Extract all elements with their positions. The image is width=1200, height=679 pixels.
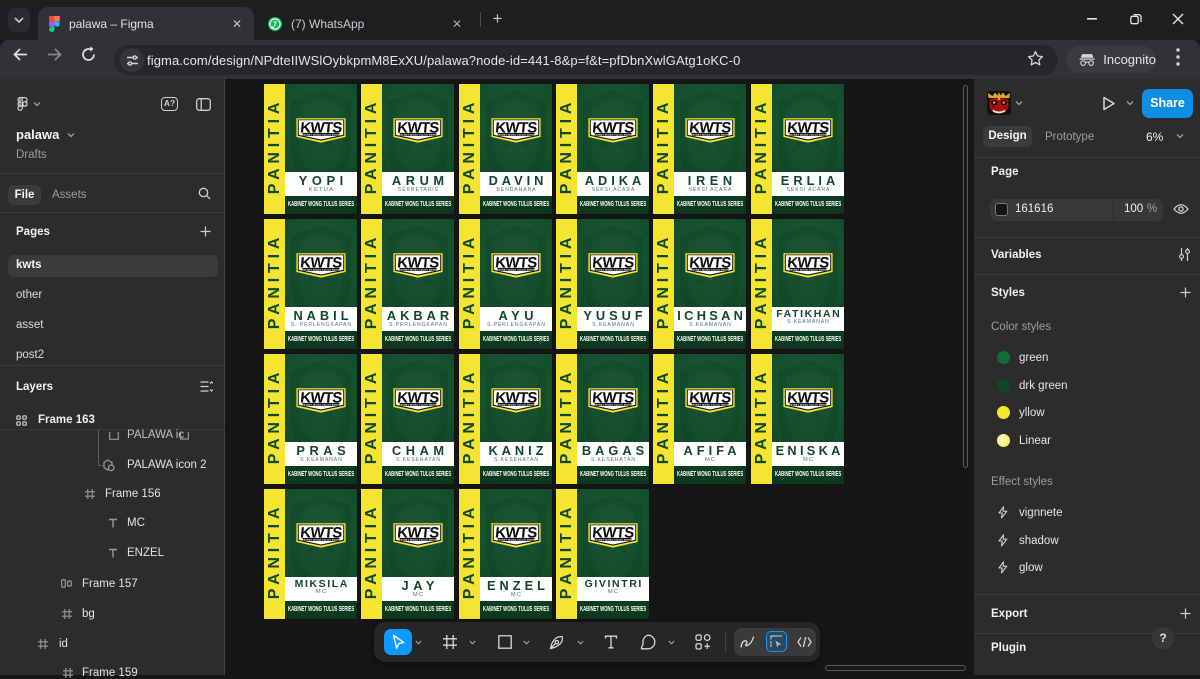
svg-text:KABINET WONG TULUS SERIES: KABINET WONG TULUS SERIES [592, 268, 634, 271]
svg-text:KABINET WONG TULUS SERIES: KABINET WONG TULUS SERIES [300, 538, 342, 541]
svg-text:KABINET WONG TULUS SERIES: KABINET WONG TULUS SERIES [689, 268, 731, 271]
svg-text:KABINET WONG TULUS SERIES: KABINET WONG TULUS SERIES [300, 403, 342, 406]
svg-text:KABINET WONG TULUS SERIES: KABINET WONG TULUS SERIES [592, 403, 634, 406]
svg-text:KABINET WONG TULUS SERIES: KABINET WONG TULUS SERIES [495, 538, 537, 541]
svg-text:KABINET WONG TULUS SERIES: KABINET WONG TULUS SERIES [689, 133, 731, 136]
svg-text:KABINET WONG TULUS SERIES: KABINET WONG TULUS SERIES [300, 268, 342, 271]
svg-text:KABINET WONG TULUS SERIES: KABINET WONG TULUS SERIES [495, 133, 537, 136]
svg-text:KABINET WONG TULUS SERIES: KABINET WONG TULUS SERIES [300, 133, 342, 136]
svg-text:KABINET WONG TULUS SERIES: KABINET WONG TULUS SERIES [592, 538, 634, 541]
svg-text:KABINET WONG TULUS SERIES: KABINET WONG TULUS SERIES [495, 268, 537, 271]
svg-text:KABINET WONG TULUS SERIES: KABINET WONG TULUS SERIES [397, 538, 439, 541]
svg-text:KABINET WONG TULUS SERIES: KABINET WONG TULUS SERIES [787, 403, 829, 406]
svg-text:KABINET WONG TULUS SERIES: KABINET WONG TULUS SERIES [397, 268, 439, 271]
svg-text:KABINET WONG TULUS SERIES: KABINET WONG TULUS SERIES [495, 403, 537, 406]
svg-text:7: 7 [273, 21, 277, 28]
svg-text:KABINET WONG TULUS SERIES: KABINET WONG TULUS SERIES [689, 403, 731, 406]
svg-text:KABINET WONG TULUS SERIES: KABINET WONG TULUS SERIES [592, 133, 634, 136]
svg-text:KABINET WONG TULUS SERIES: KABINET WONG TULUS SERIES [397, 403, 439, 406]
svg-text:KABINET WONG TULUS SERIES: KABINET WONG TULUS SERIES [787, 133, 829, 136]
svg-text:KABINET WONG TULUS SERIES: KABINET WONG TULUS SERIES [787, 268, 829, 271]
svg-text:KABINET WONG TULUS SERIES: KABINET WONG TULUS SERIES [397, 133, 439, 136]
